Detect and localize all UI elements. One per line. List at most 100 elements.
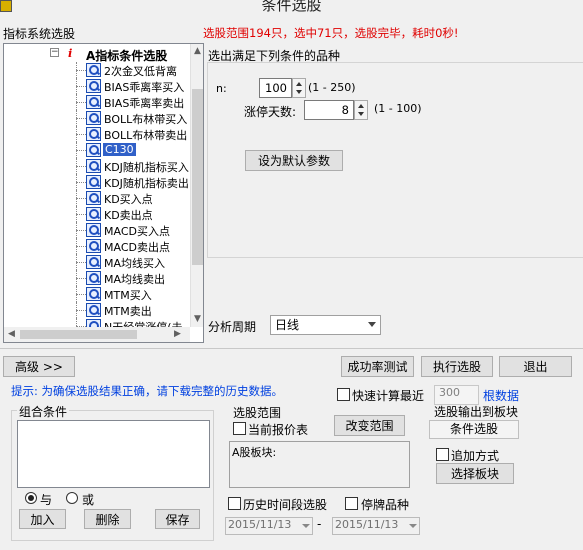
tree-root[interactable]: − i A指标条件选股: [4, 46, 194, 63]
analysis-period-label: 分析周期: [208, 320, 257, 334]
magnifier-icon: [86, 287, 101, 301]
tree-line: [76, 294, 86, 295]
magnifier-icon: [86, 95, 101, 109]
limit-days-input[interactable]: [304, 100, 354, 120]
indicator-info-icon: i: [68, 46, 73, 60]
tree-line: [76, 310, 86, 311]
tree-item[interactable]: MTM卖出: [4, 302, 190, 318]
indicator-tree[interactable]: − i A指标条件选股 2次金叉低背离 BIAS乖离率买入 BIAS乖离率卖出 BOL…: [3, 43, 204, 343]
n-input[interactable]: [259, 78, 292, 98]
save-condition-button[interactable]: 保存: [155, 509, 200, 529]
analysis-period-select[interactable]: 日线: [270, 315, 381, 335]
append-mode-checkbox[interactable]: [436, 448, 449, 461]
divider: [0, 348, 583, 349]
date-from-picker[interactable]: 2015/11/13: [225, 517, 313, 535]
params-panel: n: (1 - 250) 涨停天数: (1 - 100) 设为默认参数: [207, 62, 583, 258]
tree-item[interactable]: BOLL布林带卖出: [4, 126, 190, 142]
fast-calc-checkbox[interactable]: [337, 388, 350, 401]
scroll-down-icon[interactable]: ▼: [194, 314, 201, 324]
range-content-text: A股板块:: [232, 446, 277, 459]
delete-condition-button[interactable]: 删除: [84, 509, 131, 529]
history-period-checkbox[interactable]: [228, 497, 241, 510]
advanced-button[interactable]: 高级 >>: [3, 356, 75, 377]
tree-item[interactable]: KD买入点: [4, 190, 190, 206]
tree-item-label: BIAS乖离率买入: [104, 81, 185, 94]
suspended-checkbox[interactable]: [345, 497, 358, 510]
execute-selection-button[interactable]: 执行选股: [421, 356, 493, 377]
tree-item-label: MTM卖出: [104, 305, 152, 318]
limit-days-label: 涨停天数:: [244, 105, 297, 119]
range-title: 选股范围: [233, 406, 282, 420]
tree-item-label: KDJ随机指标卖出: [104, 177, 189, 190]
horizontal-scroll-thumb[interactable]: [20, 330, 137, 339]
and-radio[interactable]: [25, 492, 37, 504]
tree-item-label: MACD卖出点: [104, 241, 170, 254]
magnifier-icon: [86, 223, 101, 237]
tree-item[interactable]: KDJ随机指标买入: [4, 158, 190, 174]
magnifier-icon: [86, 255, 101, 269]
range-content[interactable]: A股板块:: [229, 441, 410, 488]
tree-item[interactable]: BIAS乖离率卖出: [4, 94, 190, 110]
tree-line: [76, 70, 86, 71]
magnifier-icon: [86, 159, 101, 173]
tree-item-label: BOLL布林带卖出: [104, 129, 188, 142]
vertical-scroll-thumb[interactable]: [192, 89, 203, 265]
hint-text: 提示: 为确保选股结果正确，请下载完整的历史数据。: [11, 384, 284, 398]
magnifier-icon: [86, 63, 101, 77]
date-to-value: 2015/11/13: [335, 518, 399, 531]
magnifier-icon: [86, 303, 101, 317]
tree-item[interactable]: MTM买入: [4, 286, 190, 302]
n-label: n:: [216, 82, 227, 95]
window-title: 条件选股: [261, 0, 322, 14]
tree-item-label: MA均线卖出: [104, 273, 166, 286]
tree-item[interactable]: MACD买入点: [4, 222, 190, 238]
tree-item-label: BOLL布林带买入: [104, 113, 188, 126]
current-quote-checkbox[interactable]: [233, 422, 246, 435]
tree-item[interactable]: MACD卖出点: [4, 238, 190, 254]
tree-item[interactable]: MA均线卖出: [4, 270, 190, 286]
magnifier-icon: [86, 319, 101, 327]
or-label: 或: [82, 493, 95, 507]
exit-button[interactable]: 退出: [499, 356, 572, 377]
fast-calc-label: 快速计算最近: [352, 389, 425, 403]
scroll-right-icon[interactable]: ▶: [174, 329, 181, 339]
set-default-params-button[interactable]: 设为默认参数: [245, 150, 343, 171]
tree-item[interactable]: KD卖出点: [4, 206, 190, 222]
combo-conditions-title: 组合条件: [17, 403, 70, 420]
limit-days-spinner[interactable]: [354, 100, 368, 120]
tree-item[interactable]: BOLL布林带买入: [4, 110, 190, 126]
add-condition-button[interactable]: 加入: [19, 509, 66, 529]
append-mode-label: 追加方式: [451, 449, 500, 463]
tree-item-label: MACD买入点: [104, 225, 170, 238]
tree-line: [76, 166, 86, 167]
fast-calc-suffix: 根数据: [483, 389, 520, 403]
tree-item-label: 2次金叉低背离: [104, 65, 177, 78]
tree-item[interactable]: N天经常涨停(未: [4, 318, 190, 327]
tree-item-label: N天经常涨停(未: [104, 319, 183, 327]
magnifier-icon: [86, 239, 101, 253]
scroll-left-icon[interactable]: ◀: [8, 329, 15, 339]
tree-item[interactable]: BIAS乖离率买入: [4, 78, 190, 94]
n-spinner[interactable]: [292, 78, 306, 98]
scroll-up-icon[interactable]: ▲: [194, 46, 201, 56]
history-period-label: 历史时间段选股: [243, 498, 328, 512]
collapse-toggle-icon[interactable]: −: [50, 48, 59, 57]
tree-item[interactable]: KDJ随机指标卖出: [4, 174, 190, 190]
fast-calc-count-input[interactable]: 300: [434, 385, 479, 405]
date-separator: -: [317, 517, 322, 531]
tree-item[interactable]: MA均线买入: [4, 254, 190, 270]
tree-item[interactable]: C130: [4, 142, 190, 158]
output-block-field[interactable]: 条件选股: [429, 420, 519, 439]
tree-item-label: KD买入点: [104, 193, 153, 206]
status-message: 选股范围194只，选中71只，选股完毕，耗时0秒!: [203, 26, 459, 40]
date-to-picker[interactable]: 2015/11/13: [332, 517, 420, 535]
select-block-button[interactable]: 选择板块: [436, 463, 514, 484]
tree-item-label: KDJ随机指标买入: [104, 161, 189, 174]
success-rate-test-button[interactable]: 成功率测试: [341, 356, 414, 377]
combo-conditions-list[interactable]: [17, 420, 210, 488]
change-range-button[interactable]: 改变范围: [334, 415, 405, 436]
tree-item[interactable]: 2次金叉低背离: [4, 62, 190, 78]
tree-line: [76, 214, 86, 215]
or-radio[interactable]: [66, 492, 78, 504]
tree-item-label: KD卖出点: [104, 209, 153, 222]
